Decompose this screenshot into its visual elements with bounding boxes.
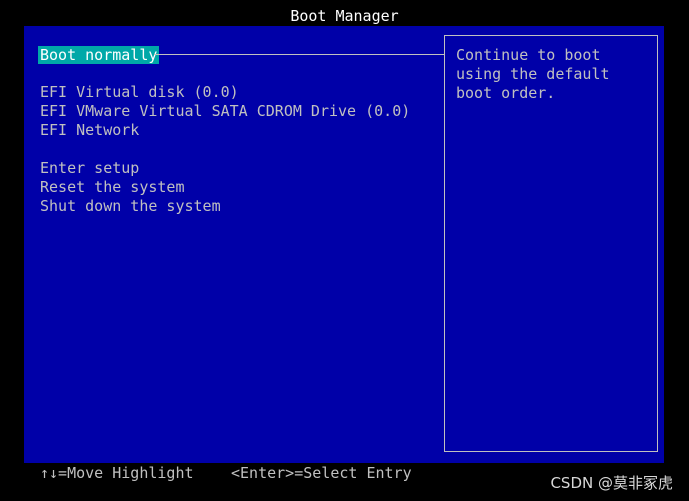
selection-connector-line (154, 54, 444, 55)
help-text: Continue to boot using the default boot … (456, 46, 610, 102)
help-panel: Continue to boot using the default boot … (444, 35, 658, 452)
footer-select-hint: <Enter>=Select Entry (231, 464, 412, 482)
watermark: CSDN @莫非冢虎 (550, 474, 673, 492)
menu-item-reset-system[interactable]: Reset the system (40, 178, 185, 196)
menu-item-efi-virtual-disk[interactable]: EFI Virtual disk (0.0) (40, 83, 239, 101)
page-title: Boot Manager (290, 7, 399, 25)
footer-move-hint: ↑↓=Move Highlight (40, 464, 194, 482)
menu-item-efi-network[interactable]: EFI Network (40, 121, 139, 139)
menu-item-efi-vmware-cdrom[interactable]: EFI VMware Virtual SATA CDROM Drive (0.0… (40, 102, 410, 120)
boot-manager-panel: Boot normally EFI Virtual disk (0.0) EFI… (24, 26, 664, 463)
menu-item-shut-down[interactable]: Shut down the system (40, 197, 221, 215)
menu-item-boot-normally[interactable]: Boot normally (38, 46, 160, 64)
menu-item-enter-setup[interactable]: Enter setup (40, 159, 139, 177)
